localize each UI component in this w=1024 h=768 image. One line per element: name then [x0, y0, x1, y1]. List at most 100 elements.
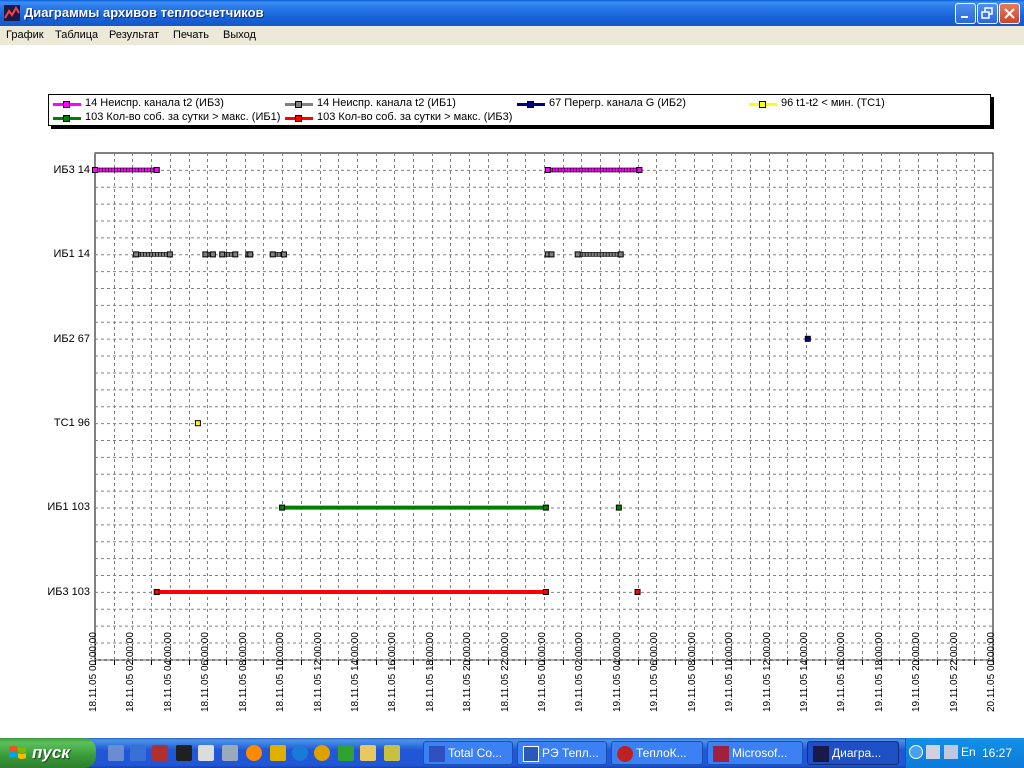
x-tick-label: 19.11.05 00:00:00 — [537, 632, 548, 712]
event-marker — [155, 252, 159, 257]
x-tick-label: 19.11.05 20:00:00 — [911, 632, 923, 712]
event-marker — [146, 252, 150, 257]
x-tick-label: 19.11.05 06:00:00 — [649, 632, 661, 712]
event-marker — [629, 167, 634, 173]
event-point — [615, 504, 622, 511]
event-marker — [617, 167, 622, 173]
event-marker — [608, 167, 613, 173]
event-marker — [219, 251, 226, 258]
language-indicator[interactable]: En — [961, 745, 976, 759]
firefox-icon[interactable] — [246, 745, 262, 761]
quicklaunch-icon[interactable] — [108, 745, 124, 761]
event-marker — [587, 167, 592, 173]
event-marker — [569, 167, 574, 173]
start-button[interactable]: пуск — [0, 738, 96, 768]
event-marker — [153, 589, 160, 595]
event-marker — [279, 504, 286, 511]
event-marker — [632, 167, 637, 173]
event-marker — [602, 252, 607, 257]
task-total-commander[interactable]: Total Co... — [423, 741, 513, 765]
x-tick-label: 18.11.05 00:00:00 — [88, 632, 99, 712]
media-player-icon[interactable] — [314, 745, 330, 761]
quicklaunch-icon[interactable] — [152, 745, 168, 761]
event-marker — [554, 167, 559, 173]
network-icon[interactable] — [944, 745, 958, 759]
windows-flag-icon — [9, 746, 26, 759]
task-microsoft[interactable]: Microsof... — [707, 741, 803, 765]
event-marker — [593, 167, 598, 173]
x-tick-label: 18.11.05 14:00:00 — [349, 632, 361, 712]
task-diagrammy[interactable]: Диагра... — [807, 741, 899, 765]
event-marker — [166, 251, 173, 258]
quicklaunch-icon[interactable] — [270, 745, 286, 761]
event-marker — [584, 167, 589, 173]
event-marker — [102, 167, 106, 173]
event-marker — [117, 167, 121, 173]
event-marker — [232, 251, 239, 258]
quicklaunch-icon[interactable] — [338, 745, 354, 761]
event-marker — [149, 252, 153, 257]
quicklaunch-icon[interactable] — [384, 745, 400, 761]
event-marker — [140, 252, 144, 257]
event-marker — [105, 167, 109, 173]
app-window: Диаграммы архивов теплосчетчиков График … — [0, 0, 1024, 738]
event-marker — [560, 167, 565, 173]
event-marker — [150, 167, 154, 173]
event-marker — [141, 167, 145, 173]
event-marker — [161, 252, 165, 257]
x-tick-label: 19.11.05 18:00:00 — [873, 632, 885, 712]
event-marker — [99, 167, 103, 173]
event-marker — [602, 167, 607, 173]
quicklaunch-icon[interactable] — [176, 745, 192, 761]
event-marker — [590, 252, 595, 257]
network-icon[interactable] — [926, 745, 940, 759]
task-re-teplo[interactable]: РЭ Тепл... — [517, 741, 607, 765]
event-marker — [581, 252, 586, 257]
event-marker — [138, 167, 142, 173]
event-marker — [636, 167, 643, 173]
quicklaunch-icon[interactable] — [130, 745, 146, 761]
event-marker — [620, 167, 625, 173]
event-point — [194, 420, 201, 427]
quicklaunch-icon[interactable] — [222, 745, 238, 761]
chart-app-icon — [813, 746, 829, 762]
event-marker — [617, 251, 624, 258]
event-marker — [544, 167, 551, 173]
x-tick-label: 20.11.05 00:00:00 — [986, 632, 997, 712]
event-marker — [226, 252, 231, 257]
tray-expand-icon[interactable] — [909, 745, 923, 759]
x-tick-label: 18.11.05 12:00:00 — [312, 632, 324, 712]
event-marker — [605, 167, 610, 173]
x-tick-label: 18.11.05 06:00:00 — [200, 632, 212, 712]
x-tick-label: 18.11.05 08:00:00 — [237, 632, 249, 712]
clock: 16:27 — [981, 746, 1012, 760]
x-tick-label: 18.11.05 04:00:00 — [162, 632, 174, 712]
x-tick-label: 19.11.05 14:00:00 — [798, 632, 810, 712]
internet-explorer-icon[interactable] — [292, 745, 308, 761]
event-marker — [280, 251, 287, 258]
event-marker — [563, 167, 568, 173]
disk-icon — [429, 746, 445, 762]
event-marker — [614, 167, 619, 173]
event-marker — [209, 251, 216, 258]
event-marker — [566, 167, 571, 173]
event-marker — [111, 167, 115, 173]
event-marker — [578, 167, 583, 173]
event-marker — [623, 167, 628, 173]
event-marker — [247, 251, 254, 258]
event-marker — [611, 252, 616, 257]
event-marker — [123, 167, 127, 173]
folder-icon[interactable] — [360, 745, 376, 761]
x-tick-label: 19.11.05 02:00:00 — [574, 632, 586, 712]
event-marker — [611, 167, 616, 173]
event-marker — [129, 167, 133, 173]
x-tick-label: 19.11.05 08:00:00 — [686, 632, 698, 712]
word-icon — [523, 746, 539, 762]
x-tick-label: 18.11.05 02:00:00 — [125, 632, 137, 712]
system-tray: En 16:27 — [905, 738, 1024, 768]
x-tick-label: 18.11.05 20:00:00 — [462, 632, 474, 712]
quicklaunch-icon[interactable] — [198, 745, 214, 761]
event-marker — [605, 252, 610, 257]
task-teplok[interactable]: ТеплоК... — [611, 741, 703, 765]
event-marker — [132, 167, 136, 173]
